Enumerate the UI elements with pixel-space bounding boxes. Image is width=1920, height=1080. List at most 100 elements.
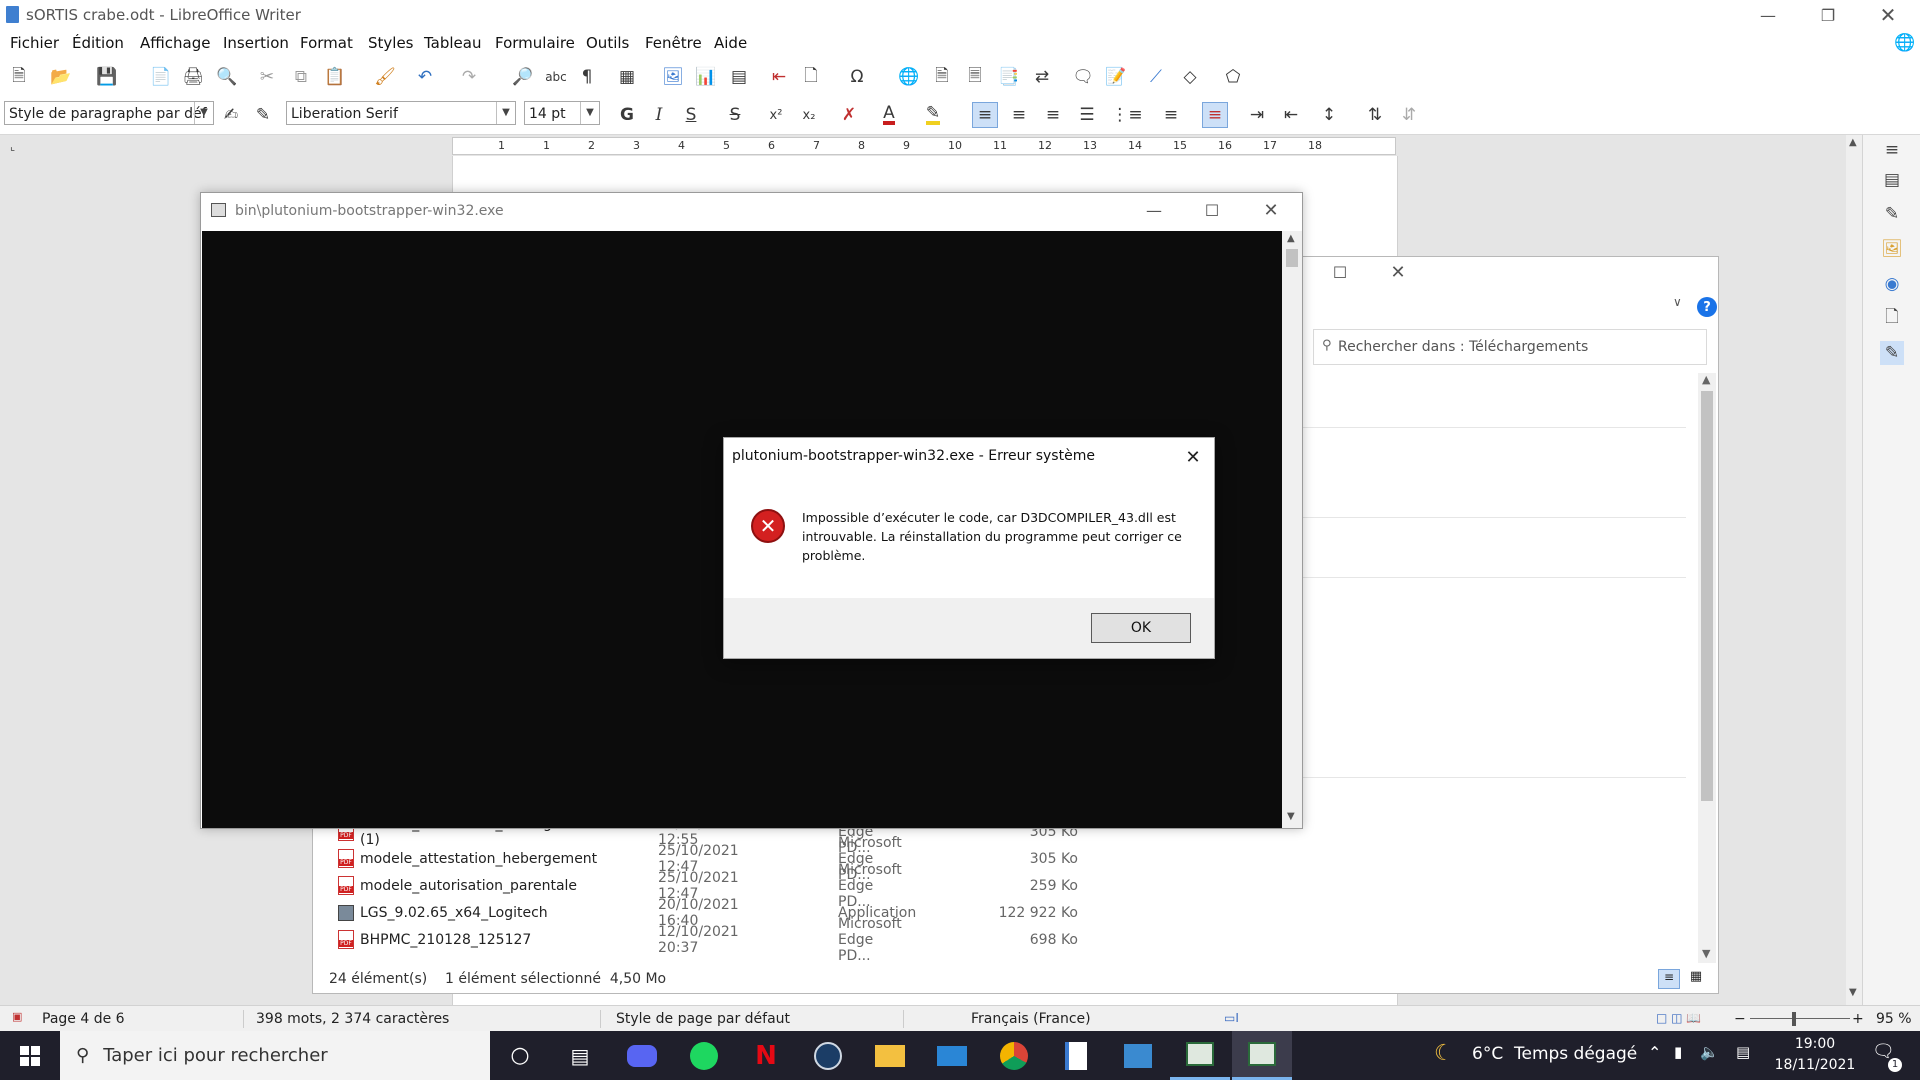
photos-icon[interactable] [1108,1031,1168,1080]
basic-shapes-icon[interactable]: ◇ [1177,64,1203,90]
explorer-close-button[interactable]: ✕ [1373,257,1423,287]
zoom-slider-thumb[interactable] [1792,1012,1796,1026]
highlight-color-icon[interactable]: ✎ [920,102,946,128]
insert-field-icon[interactable]: 🗋 [798,64,824,90]
details-view-icon[interactable]: ≡ [1658,969,1680,989]
document-modified-icon[interactable]: ▣ [12,1010,22,1023]
strikethrough-button[interactable]: S [722,102,748,128]
insert-chart-icon[interactable]: 📊 [693,64,719,90]
find-replace-icon[interactable]: 🔎 [510,64,536,90]
menu-fenetre[interactable]: Fenêtre [645,34,702,52]
minimize-button[interactable]: — [1743,0,1793,30]
show-hidden-icons-icon[interactable]: ⌃ [1648,1043,1661,1062]
scroll-thumb[interactable] [1286,249,1298,267]
explorer-search-box[interactable]: ⚲ Rechercher dans : Téléchargements [1313,329,1707,365]
task-view-icon[interactable]: ▤ [550,1031,610,1080]
zoom-in-icon[interactable]: + [1852,1011,1864,1027]
line-icon[interactable]: ⟋ [1143,64,1169,90]
export-pdf-icon[interactable]: 📄 [148,64,174,90]
explorer-scrollbar[interactable]: ▲ ▼ [1698,373,1716,963]
clock-time[interactable]: 19:00 [1770,1036,1860,1052]
navigator-icon[interactable]: ◉ [1880,272,1904,296]
numbered-list-icon[interactable]: ≡ [1158,102,1184,128]
battery-icon[interactable]: ▮ [1674,1043,1682,1061]
italic-button[interactable]: I [646,102,672,128]
increase-indent-icon[interactable]: ⇥ [1244,102,1270,128]
weather-text[interactable]: 6°C Temps dégagé [1472,1044,1637,1064]
moon-weather-icon[interactable]: ☾ [1434,1041,1454,1066]
language[interactable]: Français (France) [971,1011,1091,1027]
console-close-button[interactable]: ✕ [1246,195,1296,225]
discord-icon[interactable] [612,1031,672,1080]
properties-icon[interactable]: ▤ [1880,168,1904,192]
increase-paragraph-spacing-icon[interactable]: ⇅ [1362,102,1388,128]
console-taskbar-icon[interactable] [1170,1031,1230,1080]
spelling-icon[interactable]: abc [543,64,569,90]
no-list-button[interactable]: ≡ [1202,102,1228,128]
console-scrollbar[interactable]: ▲ ▼ [1282,231,1302,828]
help-icon[interactable]: ? [1697,297,1717,317]
clone-formatting-icon[interactable]: 🖌 [372,64,398,90]
new-document-icon[interactable]: 🗎 [6,64,32,90]
paragraph-style-combo[interactable]: Style de paragraphe par déf ▼ [4,101,214,125]
font-color-icon[interactable]: A [876,102,902,128]
clock-date[interactable]: 18/11/2021 [1770,1057,1860,1073]
menu-insertion[interactable]: Insertion [223,34,289,52]
hyperlink-icon[interactable]: 🌐 [896,64,922,90]
undo-icon[interactable]: ↶ [412,64,438,90]
special-character-icon[interactable]: Ω [844,64,870,90]
menu-edition[interactable]: Édition [72,34,124,52]
styles-icon[interactable]: ✎ [1880,202,1904,226]
chrome-icon[interactable] [984,1031,1044,1080]
superscript-button[interactable]: x² [763,102,789,128]
print-preview-icon[interactable]: 🔍 [214,64,240,90]
view-layout-icons[interactable]: □ ◫ 📖 [1656,1011,1701,1025]
bullet-list-icon[interactable]: ⋮≡ [1111,102,1142,128]
new-style-icon[interactable]: ✎ [250,102,276,128]
menu-outils[interactable]: Outils [586,34,629,52]
align-center-button[interactable]: ≡ [1006,102,1032,128]
formatting-marks-icon[interactable]: ¶ [574,64,600,90]
subscript-button[interactable]: x₂ [796,102,822,128]
page-break-icon[interactable]: ⇤ [766,64,792,90]
globe-icon[interactable]: 🌐 [1894,33,1915,53]
restore-button[interactable]: ❐ [1803,0,1853,30]
cross-reference-icon[interactable]: ⇄ [1029,64,1055,90]
file-row[interactable]: modele_attestation_hebergement 25/10/202… [338,835,1078,883]
dialog-close-button[interactable]: ✕ [1176,442,1210,472]
console-maximize-button[interactable]: ☐ [1187,195,1237,225]
paste-icon[interactable]: 📋 [322,64,348,90]
cortana-icon[interactable]: ○ [490,1031,550,1080]
volume-icon[interactable]: 🔈 [1700,1043,1719,1061]
scroll-down-icon[interactable]: ▼ [1849,987,1857,998]
decrease-indent-icon[interactable]: ⇤ [1278,102,1304,128]
zoom-slider[interactable] [1750,1018,1850,1019]
insert-textbox-icon[interactable]: ▤ [726,64,752,90]
cut-icon[interactable]: ✂ [254,64,280,90]
file-row[interactable]: modele_autorisation_parentale 25/10/2021… [338,862,1078,910]
document-scrollbar[interactable]: ▲ ▼ [1846,135,1862,1005]
scroll-up-icon[interactable]: ▲ [1849,137,1857,148]
page-indicator[interactable]: Page 4 de 6 [42,1011,125,1027]
bookmark-icon[interactable]: 📑 [996,64,1022,90]
netflix-icon[interactable]: N [736,1031,796,1080]
copy-icon[interactable]: ⧉ [288,64,314,90]
line-spacing-icon[interactable]: ↕ [1316,102,1342,128]
tiles-view-icon[interactable]: ▦ [1685,969,1707,989]
menu-affichage[interactable]: Affichage [140,34,210,52]
scroll-thumb[interactable] [1701,391,1713,801]
scroll-down-icon[interactable]: ▼ [1702,947,1710,960]
underline-button[interactable]: S [678,102,704,128]
menu-tableau[interactable]: Tableau [424,34,482,52]
ok-button[interactable]: OK [1091,613,1191,643]
insert-image-icon[interactable]: 🖼 [660,64,686,90]
spotify-icon[interactable] [674,1031,734,1080]
explorer-maximize-button[interactable]: ☐ [1315,257,1365,287]
decrease-paragraph-spacing-icon[interactable]: ⇵ [1396,102,1422,128]
scroll-down-icon[interactable]: ▼ [1287,811,1295,822]
menu-styles[interactable]: Styles [368,34,414,52]
page-style[interactable]: Style de page par défaut [616,1011,790,1027]
redo-icon[interactable]: ↷ [456,64,482,90]
comment-icon[interactable]: 🗨 [1070,64,1096,90]
console-minimize-button[interactable]: — [1129,195,1179,225]
